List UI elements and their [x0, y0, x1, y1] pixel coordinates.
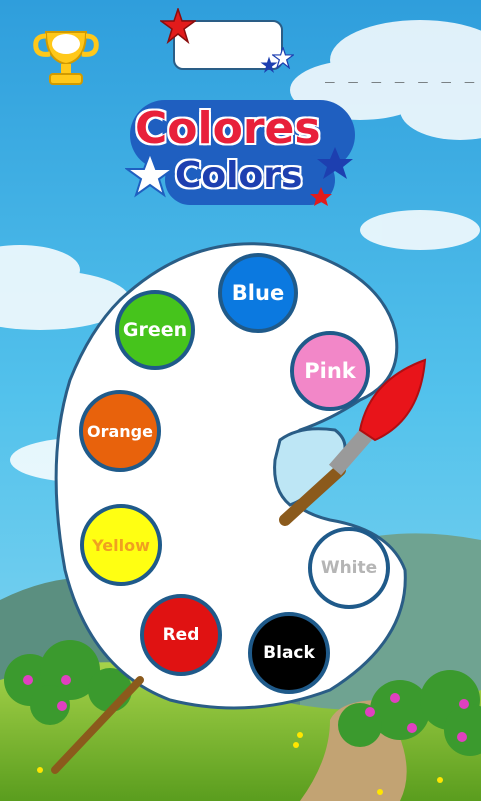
- paint-label: Pink: [304, 359, 356, 383]
- paint-button-blue[interactable]: Blue: [218, 253, 298, 333]
- paint-label: White: [320, 558, 378, 578]
- paint-button-orange[interactable]: Orange: [79, 390, 161, 472]
- paint-button-black[interactable]: Black: [248, 612, 330, 694]
- paint-button-green[interactable]: Green: [115, 290, 195, 370]
- answer-blanks: _ _ _ _ _ _ _: [325, 64, 477, 83]
- title-logo: Colores Colors: [125, 95, 360, 210]
- paint-label: Blue: [231, 281, 285, 305]
- paint-button-pink[interactable]: Pink: [290, 331, 370, 411]
- paint-label: Green: [122, 319, 188, 341]
- paint-label: Yellow: [92, 535, 150, 555]
- paint-label: Orange: [87, 421, 153, 441]
- star-icon: [158, 6, 198, 48]
- paint-button-yellow[interactable]: Yellow: [80, 504, 162, 586]
- logo-title-spanish: Colores: [135, 103, 321, 154]
- paint-button-white[interactable]: White: [308, 527, 390, 609]
- paint-label: Red: [162, 625, 200, 645]
- star-icon: [270, 45, 296, 73]
- logo-title-english: Colors: [175, 155, 303, 196]
- trophy-icon[interactable]: [32, 24, 100, 88]
- paint-button-red[interactable]: Red: [140, 594, 222, 676]
- paint-label: Black: [263, 643, 315, 663]
